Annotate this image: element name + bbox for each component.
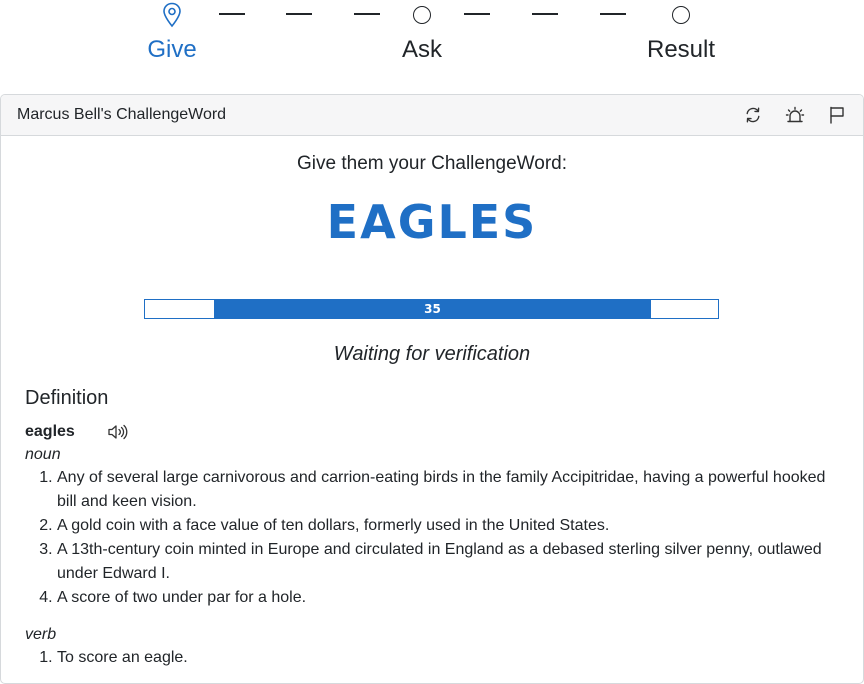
list-item: Any of several large carnivorous and car… (57, 466, 845, 514)
step-connector (219, 13, 245, 15)
card-title: Marcus Bell's ChallengeWord (17, 106, 227, 123)
card-header: Marcus Bell's ChallengeWord (1, 95, 863, 136)
progress-value: 35 (424, 302, 441, 316)
step-result-circle-icon (668, 2, 694, 28)
challenge-prompt: Give them your ChallengeWord: (297, 153, 567, 174)
part-of-speech-verb: verb (25, 626, 57, 643)
step-connector (464, 13, 490, 15)
list-item: A score of two under par for a hole. (57, 586, 845, 610)
step-ask-circle-icon (409, 2, 435, 28)
step-connector (600, 13, 626, 15)
step-connector (532, 13, 558, 15)
challenge-word: EAGLES (326, 195, 538, 249)
verification-status: Waiting for verification (333, 343, 531, 365)
list-item: A 13th-century coin minted in Europe and… (57, 538, 845, 586)
step-result-label: Result (646, 36, 716, 63)
verification-progress-bar: 35 (144, 299, 719, 319)
card-body: Give them your ChallengeWord: EAGLES 35 … (1, 153, 863, 666)
part-of-speech-noun: noun (25, 446, 61, 463)
step-connector (354, 13, 380, 15)
refresh-icon[interactable] (743, 105, 763, 125)
definition-section: Definition eagles noun Any of several la… (25, 387, 845, 670)
step-ask-label: Ask (401, 36, 443, 63)
step-connector (286, 13, 312, 15)
flag-icon[interactable] (827, 105, 847, 125)
list-item: To score an eagle. (57, 646, 845, 670)
definition-heading: Definition (25, 387, 109, 409)
headword: eagles (25, 423, 75, 440)
progress-stepper: Give Ask Result (0, 0, 864, 80)
challengeword-card: Marcus Bell's ChallengeWord Give them yo… (0, 94, 864, 684)
list-item: A gold coin with a face value of ten dol… (57, 514, 845, 538)
step-give-label: Give (147, 36, 197, 63)
alarm-icon[interactable] (785, 105, 805, 125)
progress-fill: 35 (214, 300, 651, 318)
map-pin-icon (159, 2, 185, 28)
verb-senses-list: To score an eagle. (25, 646, 845, 670)
noun-senses-list: Any of several large carnivorous and car… (25, 466, 845, 610)
speaker-icon[interactable] (107, 424, 129, 440)
